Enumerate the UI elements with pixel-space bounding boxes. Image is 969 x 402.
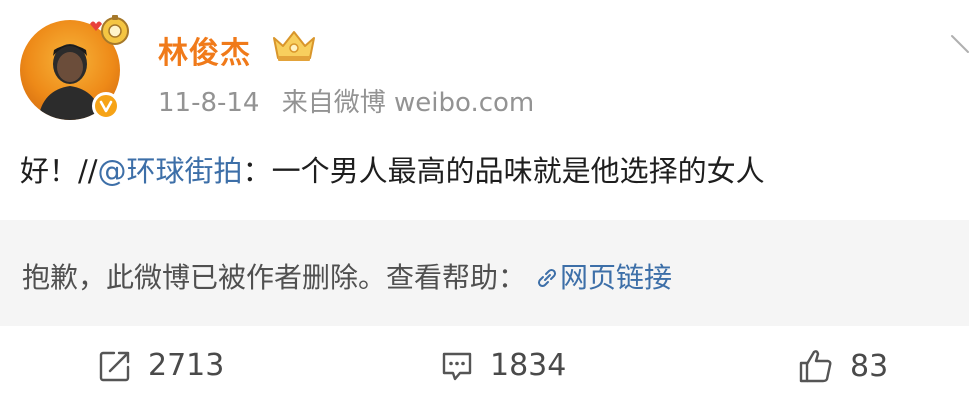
link-icon[interactable] xyxy=(534,265,560,291)
author-avatar-group[interactable] xyxy=(20,14,129,122)
deleted-notice-text: 抱歉，此微博已被作者删除。查看帮助： xyxy=(22,261,527,294)
action-bar: 2713 1834 83 xyxy=(0,326,969,402)
like-count: 83 xyxy=(850,348,889,384)
thumbs-up-icon xyxy=(799,350,832,383)
post-source: 来自微博 weibo.com xyxy=(281,88,535,118)
repost-count: 2713 xyxy=(148,348,225,383)
content-text: ：一个男人最高的品味就是他选择的女人 xyxy=(242,154,765,188)
post-content: 好！//@环球街拍：一个男人最高的品味就是他选择的女人 xyxy=(20,148,765,190)
avatar-pendant-icon xyxy=(90,15,129,45)
chevron-down-icon[interactable] xyxy=(950,32,969,60)
repost-button[interactable]: 2713 xyxy=(98,348,224,383)
mention-link[interactable]: @环球街拍 xyxy=(98,154,243,188)
web-link[interactable]: 网页链接 xyxy=(560,261,672,294)
comment-count: 1834 xyxy=(490,348,567,383)
repost-icon xyxy=(99,351,130,381)
vip-crown-icon[interactable] xyxy=(270,28,318,64)
like-button[interactable]: 83 xyxy=(798,348,888,384)
post-meta: 11-8-14 来自微博 weibo.com xyxy=(158,82,534,119)
deleted-repost-box: 抱歉，此微博已被作者删除。查看帮助： 网页链接 xyxy=(0,220,969,326)
verified-v-icon xyxy=(92,92,120,120)
deleted-notice: 抱歉，此微博已被作者删除。查看帮助： 网页链接 xyxy=(22,256,672,296)
post-time: 11-8-14 xyxy=(158,88,260,118)
author-name[interactable]: 林俊杰 xyxy=(158,28,251,72)
content-prefix: 好！// xyxy=(20,154,98,188)
comment-icon xyxy=(442,352,472,380)
comment-button[interactable]: 1834 xyxy=(440,348,566,383)
